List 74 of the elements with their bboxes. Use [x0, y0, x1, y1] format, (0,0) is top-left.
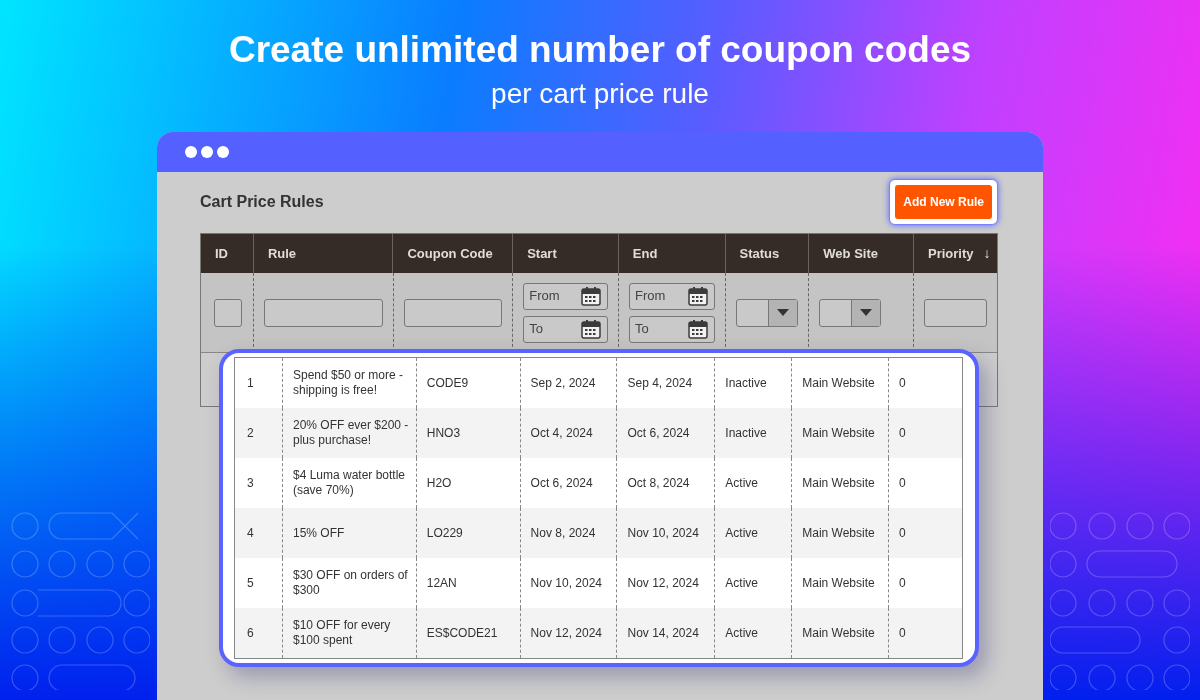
- calendar-icon[interactable]: [580, 286, 601, 306]
- table-cell: Oct 6, 2024: [530, 475, 593, 491]
- column-header[interactable]: Rule: [267, 243, 297, 264]
- table-cell: 0: [899, 375, 906, 391]
- filter-input[interactable]: [403, 298, 503, 327]
- headline: Create unlimited number of coupon codes: [228, 28, 972, 72]
- table-cell: 0: [899, 575, 906, 591]
- column-header[interactable]: Web Site: [823, 243, 878, 264]
- table-cell-text: Spend $50 or more -shipping is free!: [292, 368, 404, 398]
- table-cell: Active: [725, 575, 758, 591]
- table-cell: Sep 4, 2024: [627, 375, 693, 391]
- table-cell: Nov 12, 2024: [627, 575, 699, 591]
- table-cell-text: $4 Luma water bottle (save 70%): [292, 468, 407, 498]
- table-cell: 4: [247, 525, 254, 541]
- date-field[interactable]: From: [523, 282, 608, 310]
- table-cell: Main Website: [802, 575, 875, 591]
- table-cell: H2O: [426, 475, 452, 491]
- filter-dropdown[interactable]: [735, 298, 798, 327]
- table-cell: Active: [725, 475, 758, 491]
- table-cell: Main Website: [802, 625, 875, 641]
- table-cell: 0: [899, 425, 906, 441]
- filter-input[interactable]: [214, 298, 242, 327]
- table-cell: 0: [899, 475, 906, 491]
- table-cell: Nov 8, 2024: [530, 525, 596, 541]
- table-cell: Main Website: [802, 425, 875, 441]
- table-cell: 12AN: [426, 575, 457, 591]
- date-field[interactable]: From: [628, 282, 715, 310]
- table-cell: ES$CODE21: [426, 625, 498, 641]
- subheadline: per cart price rule: [491, 77, 709, 111]
- table-cell: CODE9: [426, 375, 469, 391]
- table-cell: 1: [247, 375, 254, 391]
- table-cell-text: 20% OFF ever $200 -plus purchase!: [292, 418, 410, 448]
- table-cell: Nov 14, 2024: [627, 625, 699, 641]
- table-cell: 0: [899, 625, 906, 641]
- column-header[interactable]: End: [632, 243, 658, 264]
- table-cell: 2: [247, 425, 254, 441]
- table-cell: HNO3: [426, 425, 461, 441]
- calendar-icon[interactable]: [687, 286, 708, 306]
- table-cell: Oct 6, 2024: [627, 425, 690, 441]
- filter-input[interactable]: [924, 298, 987, 327]
- table-cell: Sep 2, 2024: [530, 375, 596, 391]
- column-header[interactable]: ID: [215, 243, 228, 264]
- calendar-icon[interactable]: [687, 319, 708, 339]
- table-cell: Main Website: [802, 475, 875, 491]
- table-cell: LO229: [426, 525, 463, 541]
- table-cell: Nov 10, 2024: [627, 525, 699, 541]
- table-cell-text: $10 OFF for every $100 spent: [292, 618, 392, 648]
- table-cell-text: $30 OFF on orders of $300: [292, 568, 409, 598]
- filter-dropdown[interactable]: [819, 298, 882, 327]
- sort-arrow[interactable]: ↓: [983, 243, 991, 264]
- table-cell: Inactive: [725, 425, 767, 441]
- date-field[interactable]: To: [628, 315, 715, 343]
- table-cell: 6: [247, 625, 254, 641]
- table-cell: 15% OFF: [292, 525, 345, 541]
- calendar-icon[interactable]: [580, 319, 601, 339]
- table-cell: 3: [247, 475, 254, 491]
- column-header[interactable]: Status: [739, 243, 780, 264]
- table-cell: Nov 10, 2024: [530, 575, 602, 591]
- table-cell: Main Website: [802, 525, 875, 541]
- table-cell: Inactive: [725, 375, 767, 391]
- column-header[interactable]: Coupon Code: [407, 243, 493, 264]
- column-header[interactable]: Start: [527, 243, 557, 264]
- page-title: Cart Price Rules: [200, 192, 324, 212]
- table-cell: Oct 8, 2024: [627, 475, 690, 491]
- table-cell: Main Website: [802, 375, 875, 391]
- date-field[interactable]: To: [523, 315, 608, 343]
- column-header[interactable]: Priority: [928, 243, 974, 264]
- table-cell: Active: [725, 625, 758, 641]
- table-cell: 5: [247, 575, 254, 591]
- table-cell: Oct 4, 2024: [530, 425, 593, 441]
- filter-input[interactable]: [263, 298, 383, 327]
- table-cell: Nov 12, 2024: [530, 625, 602, 641]
- table-cell: 0: [899, 525, 906, 541]
- table-cell: Active: [725, 525, 758, 541]
